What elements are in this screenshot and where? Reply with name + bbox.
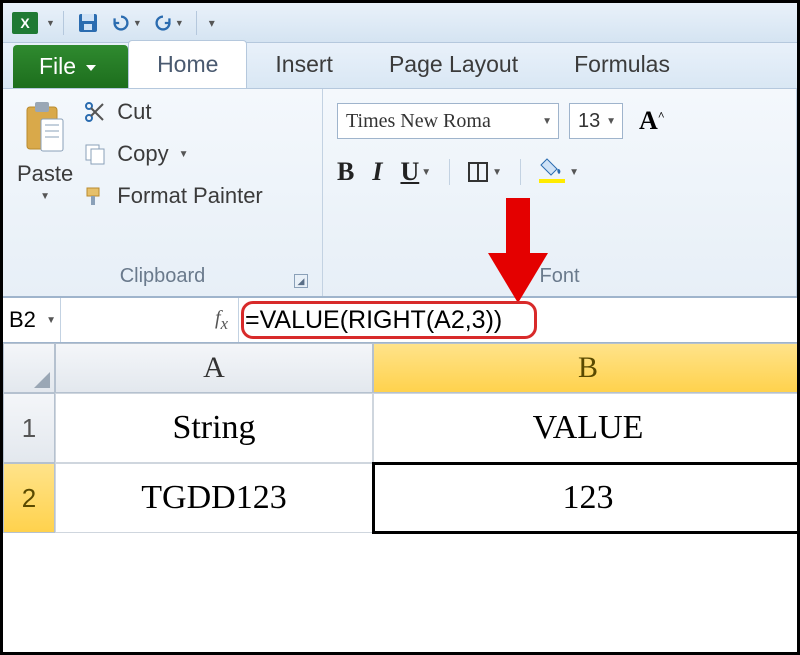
- font-name-value: Times New Roma: [346, 110, 491, 133]
- ribbon-tabs: File Home Insert Page Layout Formulas: [3, 43, 797, 89]
- font-name-combo[interactable]: Times New Roma ▼: [337, 103, 559, 139]
- paste-label: Paste: [17, 161, 73, 187]
- cell-B1[interactable]: VALUE: [373, 393, 800, 463]
- scissors-icon: [83, 100, 107, 124]
- fill-color-icon: [539, 161, 565, 183]
- logo-dropdown-icon[interactable]: ▼: [46, 18, 55, 28]
- cell-A1[interactable]: String: [55, 393, 373, 463]
- excel-window: X ▼ ▼ ▼ ▾ File Home Insert Page Layout F…: [0, 0, 800, 655]
- undo-button[interactable]: ▼: [106, 9, 146, 37]
- tab-home[interactable]: Home: [128, 40, 247, 88]
- font-size-value: 13: [578, 110, 600, 133]
- select-all-corner[interactable]: [3, 343, 55, 393]
- name-box-value: B2: [9, 307, 36, 333]
- format-painter-icon: [83, 184, 107, 208]
- row-header-2[interactable]: 2: [3, 463, 55, 533]
- fx-area: fx: [61, 298, 239, 342]
- cell-B2[interactable]: 123: [373, 463, 800, 533]
- grow-font-button[interactable]: A^: [633, 106, 665, 136]
- excel-logo-icon: X: [11, 9, 39, 37]
- tab-page-layout[interactable]: Page Layout: [361, 41, 546, 88]
- tab-file[interactable]: File: [13, 45, 128, 88]
- group-clipboard: Paste ▼ Cut Copy ▼ Format Pain: [3, 89, 323, 296]
- formula-input[interactable]: [245, 298, 797, 342]
- bold-button[interactable]: B: [337, 157, 354, 187]
- group-font: Times New Roma ▼ 13 ▼ A^ B I U▼: [323, 89, 797, 296]
- borders-button[interactable]: ▼: [468, 162, 502, 182]
- copy-label: Copy: [117, 141, 168, 167]
- row-header-1[interactable]: 1: [3, 393, 55, 463]
- paste-dropdown-icon[interactable]: ▼: [40, 191, 50, 202]
- italic-button[interactable]: I: [372, 157, 382, 187]
- svg-text:X: X: [20, 15, 30, 31]
- format-painter-button[interactable]: Format Painter: [83, 183, 263, 209]
- fill-color-button[interactable]: ▼: [539, 161, 579, 183]
- redo-button[interactable]: ▼: [148, 9, 188, 37]
- cut-button[interactable]: Cut: [83, 99, 263, 125]
- clipboard-dialog-launcher[interactable]: ◢: [294, 274, 308, 288]
- chevron-down-icon: ▼: [542, 116, 552, 127]
- fx-icon[interactable]: fx: [215, 307, 228, 334]
- tab-insert[interactable]: Insert: [247, 41, 361, 88]
- quick-access-toolbar: X ▼ ▼ ▼ ▾: [3, 3, 797, 43]
- ribbon: Paste ▼ Cut Copy ▼ Format Pain: [3, 89, 797, 297]
- font-group-label: Font: [337, 261, 782, 292]
- borders-icon: [468, 162, 488, 182]
- paste-icon: [21, 99, 69, 157]
- copy-icon: [83, 142, 107, 166]
- chevron-down-icon: ▼: [606, 116, 616, 127]
- paste-button[interactable]: Paste ▼: [17, 99, 73, 209]
- underline-button[interactable]: U▼: [400, 157, 431, 187]
- column-header-B[interactable]: B: [373, 343, 800, 393]
- customize-qat-dropdown[interactable]: ▾: [205, 13, 219, 33]
- tab-formulas[interactable]: Formulas: [546, 41, 698, 88]
- name-box[interactable]: B2 ▼: [3, 298, 61, 342]
- clipboard-group-label: Clipboard ◢: [17, 261, 308, 292]
- cell-A2[interactable]: TGDD123: [55, 463, 373, 533]
- column-header-A[interactable]: A: [55, 343, 373, 393]
- font-size-combo[interactable]: 13 ▼: [569, 103, 623, 139]
- chevron-down-icon: ▼: [46, 315, 56, 326]
- formula-bar: B2 ▼ fx: [3, 297, 797, 343]
- cut-label: Cut: [117, 99, 151, 125]
- spreadsheet-grid: A B 1 String VALUE 2 TGDD123 123: [3, 343, 797, 533]
- copy-button[interactable]: Copy ▼: [83, 141, 263, 167]
- format-painter-label: Format Painter: [117, 183, 263, 209]
- save-button[interactable]: [72, 8, 104, 38]
